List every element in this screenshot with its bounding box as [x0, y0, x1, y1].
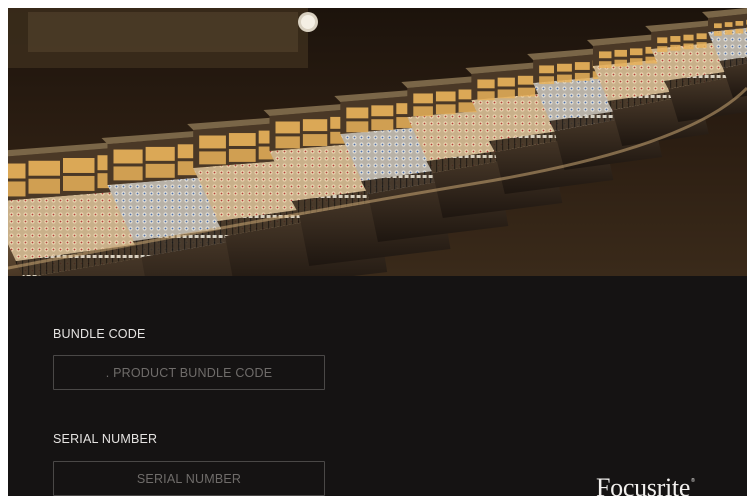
registration-form: BUNDLE CODE SERIAL NUMBER Focusrite®: [8, 276, 747, 496]
page-frame: BUNDLE CODE SERIAL NUMBER Focusrite®: [8, 8, 747, 496]
serial-number-input[interactable]: [53, 461, 325, 496]
focusrite-logo: Focusrite®: [596, 473, 695, 496]
bundle-code-label: BUNDLE CODE: [53, 327, 146, 341]
serial-number-label: SERIAL NUMBER: [53, 432, 158, 446]
hero-console-image: [8, 8, 747, 276]
registered-mark: ®: [691, 478, 695, 484]
brand-wordmark: Focusrite: [596, 473, 691, 496]
bundle-code-input[interactable]: [53, 355, 325, 390]
